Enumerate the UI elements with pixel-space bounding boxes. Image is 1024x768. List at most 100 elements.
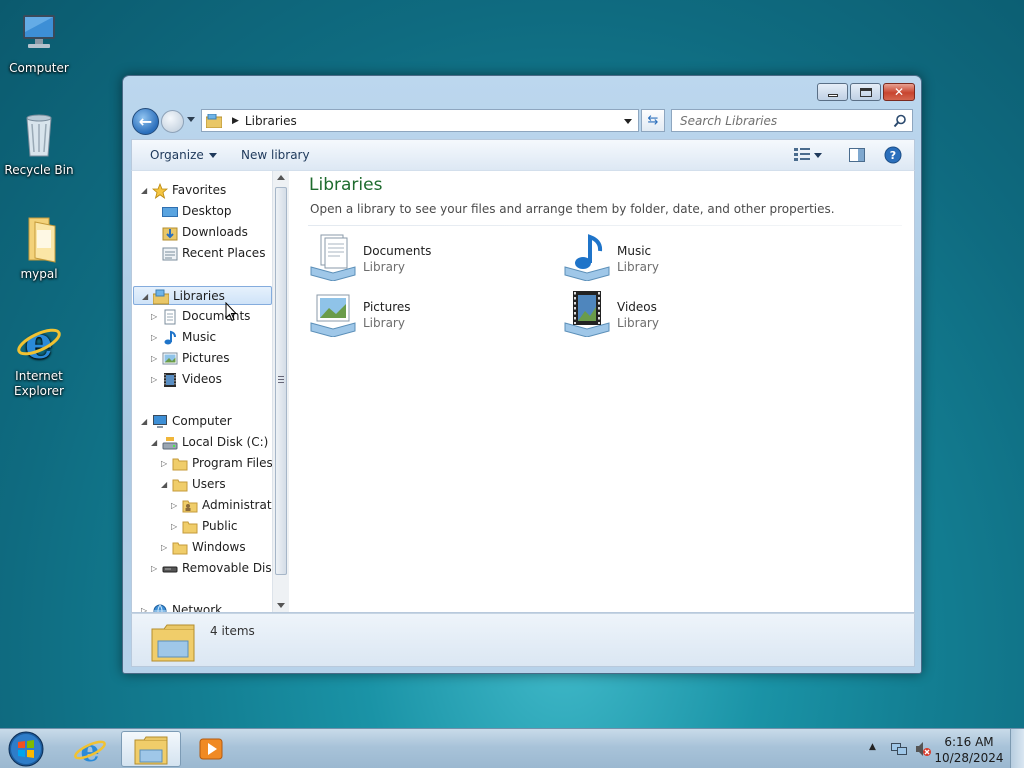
volume-muted-icon[interactable] (914, 741, 932, 757)
tree-item-favorites[interactable]: ◢ Favorites (132, 181, 272, 200)
network-status-icon[interactable] (890, 741, 908, 757)
collapse-arrow-icon[interactable]: ◢ (161, 475, 171, 494)
collapse-arrow-icon[interactable]: ◢ (142, 287, 152, 306)
collapse-arrow-icon[interactable]: ◢ (141, 412, 151, 431)
address-dropdown-icon[interactable] (624, 119, 632, 124)
library-item-music[interactable]: Music Library (563, 233, 793, 281)
tree-label: Recent Places (182, 246, 266, 260)
taskbar-windows-explorer[interactable] (121, 731, 181, 767)
tree-item-desktop[interactable]: Desktop (132, 202, 272, 221)
tree-item-users[interactable]: ◢ Users (132, 475, 272, 494)
expand-arrow-icon[interactable]: ▷ (151, 307, 161, 326)
desktop-icon-internet-explorer[interactable]: e Internet Explorer (1, 318, 77, 399)
search-input[interactable]: Search Libraries (671, 109, 913, 132)
taskbar-internet-explorer[interactable]: e (60, 731, 120, 768)
change-view-icon[interactable] (794, 148, 810, 162)
drive-icon (162, 435, 178, 451)
library-type: Library (617, 260, 659, 274)
tree-item-music[interactable]: ▷ Music (132, 328, 272, 347)
tree-label: Public (202, 519, 238, 533)
desktop-icon-computer[interactable]: Computer (1, 10, 77, 76)
tree-item-downloads[interactable]: Downloads (132, 223, 272, 242)
new-library-button[interactable]: New library (241, 148, 310, 162)
recent-places-icon (162, 246, 178, 262)
documents-icon (162, 309, 178, 325)
breadcrumb-separator-icon[interactable]: ▶ (232, 116, 239, 126)
page-subtitle: Open a library to see your files and arr… (310, 202, 835, 216)
expand-arrow-icon[interactable]: ▷ (171, 496, 181, 515)
library-name: Music (617, 244, 652, 258)
minimize-button[interactable] (817, 83, 848, 101)
library-type: Library (363, 316, 405, 330)
clock-time: 6:16 AM (944, 735, 994, 749)
folder-icon (172, 456, 188, 472)
navigation-pane: ◢ Favorites Desktop Downloads Recent Pla… (132, 171, 272, 612)
tree-label: Computer (172, 414, 232, 428)
tree-item-removable-disk[interactable]: ▷ Removable Disk ( (132, 559, 272, 578)
star-icon (151, 182, 169, 199)
videos-icon (162, 372, 178, 388)
tree-item-documents[interactable]: ▷ Documents (132, 307, 272, 326)
expand-arrow-icon[interactable]: ▷ (151, 328, 161, 347)
expand-arrow-icon[interactable]: ▷ (161, 538, 171, 557)
organize-button[interactable]: Organize (150, 148, 217, 162)
show-desktop-button[interactable] (1010, 729, 1024, 768)
tree-label: Favorites (172, 183, 227, 197)
folder-icon (28, 217, 56, 263)
address-bar[interactable]: ▶ Libraries (201, 109, 639, 132)
tree-item-pictures[interactable]: ▷ Pictures (132, 349, 272, 368)
scroll-up-icon[interactable] (277, 175, 285, 180)
start-button[interactable] (4, 730, 48, 768)
expand-arrow-icon[interactable]: ▷ (161, 454, 171, 473)
library-name: Videos (617, 300, 657, 314)
close-button[interactable]: ✕ (883, 83, 915, 101)
library-item-pictures[interactable]: Pictures Library (309, 289, 539, 337)
tree-item-libraries[interactable]: ◢ Libraries (133, 286, 272, 305)
maximize-button[interactable] (850, 83, 881, 101)
system-clock[interactable]: 6:16 AM 10/28/2024 (934, 734, 1004, 766)
tree-label: Pictures (182, 351, 230, 365)
forward-button[interactable] (161, 110, 184, 133)
desktop-icon (162, 204, 178, 220)
tree-item-public[interactable]: ▷ Public (132, 517, 272, 536)
tree-item-network[interactable]: ▷ Network (132, 601, 272, 612)
tree-label: Removable Disk ( (182, 561, 272, 575)
preview-pane-icon[interactable] (849, 148, 865, 162)
expand-arrow-icon[interactable]: ▷ (151, 370, 161, 389)
taskbar-media-player[interactable] (182, 731, 242, 767)
expand-arrow-icon[interactable]: ▷ (151, 349, 161, 368)
recent-pages-dropdown[interactable] (187, 117, 195, 122)
computer-icon (23, 15, 55, 48)
expand-arrow-icon[interactable]: ▷ (151, 559, 161, 578)
scroll-grip-icon (278, 376, 284, 383)
expand-arrow-icon[interactable]: ▷ (171, 517, 181, 536)
tree-item-recent-places[interactable]: Recent Places (132, 244, 272, 263)
collapse-arrow-icon[interactable]: ◢ (151, 433, 161, 452)
refresh-button[interactable]: ⇆ (641, 109, 665, 132)
tree-item-computer[interactable]: ◢ Computer (132, 412, 272, 431)
collapse-arrow-icon[interactable]: ◢ (141, 181, 151, 200)
navigation-scrollbar[interactable] (272, 171, 289, 612)
breadcrumb-libraries[interactable]: Libraries (245, 114, 297, 128)
expand-arrow-icon[interactable]: ▷ (141, 601, 151, 612)
library-name: Documents (363, 244, 432, 258)
library-item-documents[interactable]: Documents Library (309, 233, 539, 281)
item-count: 4 items (210, 624, 255, 638)
tree-item-program-files[interactable]: ▷ Program Files (132, 454, 272, 473)
libraries-large-icon (151, 624, 195, 662)
back-button[interactable]: ← (132, 108, 159, 135)
folder-icon (172, 477, 188, 493)
library-item-videos[interactable]: Videos Library (563, 289, 793, 337)
tree-item-local-disk[interactable]: ◢ Local Disk (C:) (132, 433, 272, 452)
desktop-icon-recycle-bin[interactable]: Recycle Bin (1, 112, 77, 178)
search-icon[interactable] (893, 114, 907, 128)
scroll-down-icon[interactable] (277, 603, 285, 608)
help-icon[interactable]: ? (884, 146, 902, 164)
tree-item-windows[interactable]: ▷ Windows (132, 538, 272, 557)
show-hidden-icons-icon[interactable]: ▲ (869, 742, 876, 752)
desktop-icon-mypal[interactable]: mypal (1, 216, 77, 282)
command-bar: Organize New library ? (131, 139, 915, 170)
view-options-dropdown[interactable] (814, 153, 822, 158)
tree-item-videos[interactable]: ▷ Videos (132, 370, 272, 389)
tree-item-administrator[interactable]: ▷ Administrator (132, 496, 272, 515)
